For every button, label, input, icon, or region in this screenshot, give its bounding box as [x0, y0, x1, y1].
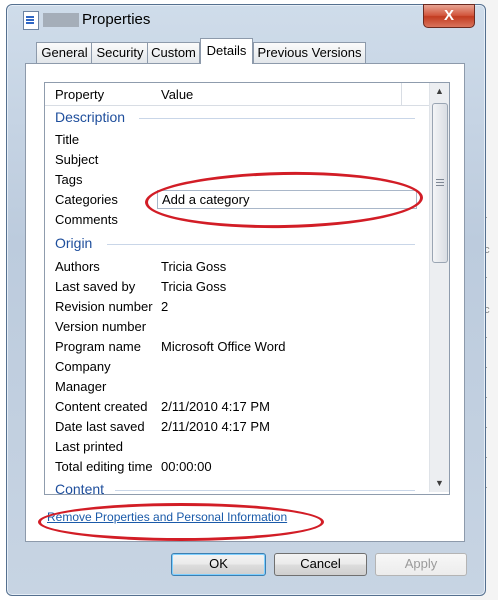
property-name: Company — [55, 359, 111, 374]
column-header-property[interactable]: Property — [55, 87, 104, 102]
properties-list[interactable]: Property Value Description Title Subject… — [44, 82, 450, 495]
property-name: Manager — [55, 379, 107, 394]
list-row[interactable]: Last saved by Tricia Goss — [55, 277, 420, 296]
group-heading-origin: Origin — [55, 235, 93, 251]
property-value: 2 — [161, 299, 169, 314]
property-value: Microsoft Office Word — [161, 339, 286, 354]
tab-general[interactable]: General — [36, 42, 93, 63]
scroll-up-button[interactable]: ▲ — [430, 83, 449, 100]
list-row[interactable]: Program name Microsoft Office Word — [55, 337, 420, 356]
property-name: Last printed — [55, 439, 123, 454]
property-name: Program name — [55, 339, 141, 354]
tab-custom[interactable]: Custom — [147, 42, 200, 63]
list-row[interactable]: Title — [55, 130, 420, 149]
tab-security[interactable]: Security — [91, 42, 149, 63]
group-divider — [115, 490, 415, 491]
window-title: Properties — [82, 11, 151, 28]
list-row[interactable]: Last printed — [55, 437, 420, 456]
list-row[interactable]: Subject — [55, 150, 420, 169]
list-row[interactable]: Authors Tricia Goss — [55, 257, 420, 276]
document-icon — [23, 11, 39, 30]
property-name: Total editing time — [55, 459, 153, 474]
redacted-filename — [43, 13, 79, 27]
list-row[interactable]: Content created 2/11/2010 4:17 PM — [55, 397, 420, 416]
property-name: Subject — [55, 152, 99, 167]
property-name: Revision number — [55, 299, 153, 314]
group-heading-content: Content — [55, 481, 105, 495]
property-name: Categories — [55, 192, 118, 207]
property-value: 2/11/2010 4:17 PM — [161, 419, 270, 434]
scroll-down-button[interactable]: ▼ — [430, 475, 449, 492]
property-value: 00:00:00 — [161, 459, 212, 474]
tab-details[interactable]: Details — [200, 38, 253, 64]
list-row[interactable]: Manager — [55, 377, 420, 396]
property-name: Date last saved — [55, 419, 145, 434]
property-value: Tricia Goss — [161, 259, 227, 274]
group-divider — [107, 244, 415, 245]
tab-previous-versions[interactable]: Previous Versions — [253, 42, 366, 63]
annotation-ellipse-link — [38, 503, 324, 541]
list-row[interactable]: Revision number 2 — [55, 297, 420, 316]
list-row[interactable]: Version number — [55, 317, 420, 336]
column-header-bar: Property Value — [45, 83, 430, 106]
list-row[interactable]: Company — [55, 357, 420, 376]
property-name: Title — [55, 132, 80, 147]
ok-button[interactable]: OK — [171, 553, 266, 576]
property-name: Last saved by — [55, 279, 136, 294]
property-name: Authors — [55, 259, 100, 274]
chevron-up-icon: ▲ — [435, 86, 444, 96]
column-header-value[interactable]: Value — [161, 87, 193, 102]
column-divider[interactable] — [401, 83, 402, 105]
list-row[interactable]: Total editing time 00:00:00 — [55, 457, 420, 476]
property-name: Version number — [55, 319, 147, 334]
property-value: 2/11/2010 4:17 PM — [161, 399, 270, 414]
property-name: Comments — [55, 212, 118, 227]
property-value: Tricia Goss — [161, 279, 227, 294]
cancel-button[interactable]: Cancel — [274, 553, 367, 576]
group-heading-description: Description — [55, 109, 126, 125]
apply-button[interactable]: Apply — [375, 553, 467, 576]
chevron-down-icon: ▼ — [435, 478, 444, 488]
list-row[interactable]: Date last saved 2/11/2010 4:17 PM — [55, 417, 420, 436]
close-icon: X — [443, 7, 454, 24]
vertical-scrollbar[interactable]: ▲ ▼ — [429, 83, 449, 492]
property-name: Content created — [55, 399, 148, 414]
property-name: Tags — [55, 172, 83, 187]
group-divider — [139, 118, 415, 119]
scroll-thumb[interactable] — [432, 103, 448, 263]
close-button[interactable]: X — [423, 4, 475, 28]
title-bar[interactable]: Properties X — [7, 4, 485, 35]
